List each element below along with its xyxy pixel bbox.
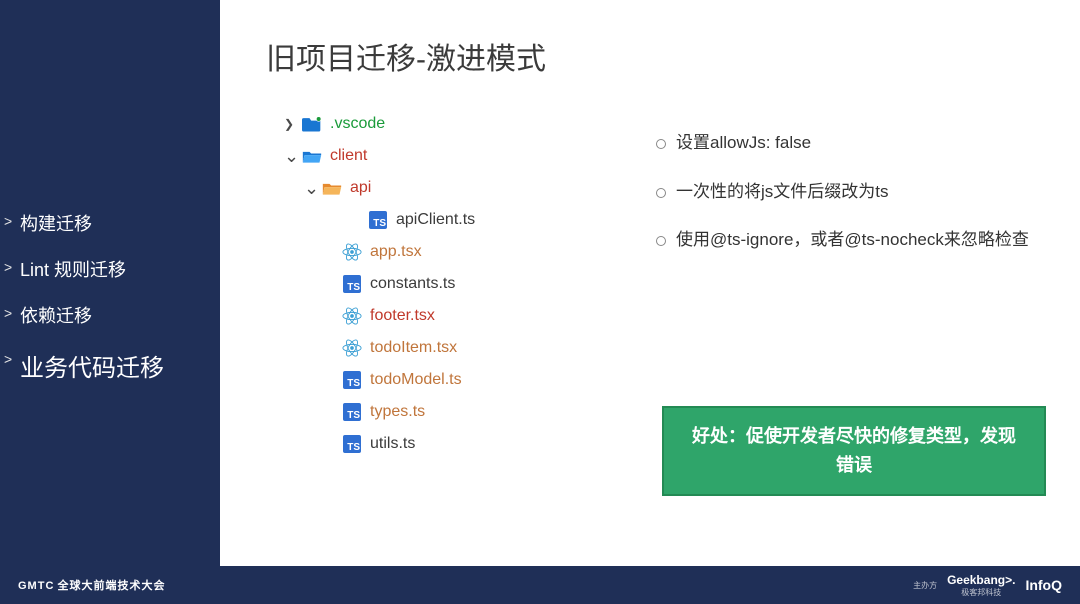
tree-row: TS apiClient.ts [266,204,586,236]
main: 旧项目迁移-激进模式 ❯ .vscode ⌄ client ⌄ api TS apiClien… [220,0,1080,566]
brand-right: 主办方 Geekbang>. 极客邦科技 InfoQ [913,573,1062,598]
tree-row: ⌄ client [266,140,586,172]
tree-item-name: .vscode [330,115,385,133]
geekbang-sub: 极客邦科技 [947,587,1015,598]
chevron-right-icon: ❯ [284,117,294,131]
folder-blue-dot-icon [302,114,322,134]
gmtc-sub: 全球大前端技术大会 [57,580,165,592]
ts-icon: TS [368,210,388,230]
tree-row: app.tsx [266,236,586,268]
file-tree: ❯ .vscode ⌄ client ⌄ api TS apiClient.ts app.tsx… [266,108,586,460]
tree-row: TS types.ts [266,396,586,428]
tree-row: ❯ .vscode [266,108,586,140]
ts-icon: TS [342,370,362,390]
tree-row: footer.tsx [266,300,586,332]
sidebar: 构建迁移 Lint 规则迁移 依赖迁移 业务代码迁移 [0,0,220,566]
content: ❯ .vscode ⌄ client ⌄ api TS apiClient.ts app.tsx… [220,78,1080,460]
react-icon [342,306,362,326]
infoq-logo: InfoQ [1025,577,1062,593]
ts-icon: TS [342,402,362,422]
gmtc-logo: GMTC [18,580,54,592]
tree-row: todoItem.tsx [266,332,586,364]
tree-item-name: constants.ts [370,275,455,293]
tree-item-name: app.tsx [370,243,422,261]
folder-orange-open-icon [322,178,342,198]
tree-row: ⌄ api [266,172,586,204]
folder-blue-open-icon [302,146,322,166]
tree-item-name: todoModel.ts [370,371,462,389]
slide: 构建迁移 Lint 规则迁移 依赖迁移 业务代码迁移 旧项目迁移-激进模式 ❯.… [0,0,1080,566]
sidebar-item-biz: 业务代码迁移 [0,338,220,393]
geekbang-logo: Geekbang>. [947,573,1015,587]
host-label: 主办方 [913,580,937,591]
sidebar-item-build: 构建迁移 [0,200,220,246]
bullet-item: 使用@ts-ignore，或者@ts-nocheck来忽略检查 [656,225,1056,256]
bullet-item: 一次性的将js文件后缀改为ts [656,177,1056,208]
tree-row: TS utils.ts [266,428,586,460]
sidebar-item-lint: Lint 规则迁移 [0,246,220,292]
ts-icon: TS [342,434,362,454]
tree-item-name: utils.ts [370,435,415,453]
tree-row: TS todoModel.ts [266,364,586,396]
chevron-down-icon: ⌄ [304,184,314,192]
callout-benefit: 好处：促使开发者尽快的修复类型，发现错误 [662,406,1046,496]
tree-item-name: footer.tsx [370,307,435,325]
tree-item-name: apiClient.ts [396,211,475,229]
slide-title: 旧项目迁移-激进模式 [220,0,1080,78]
tree-item-name: types.ts [370,403,425,421]
footer: GMTC 全球大前端技术大会 主办方 Geekbang>. 极客邦科技 Info… [0,566,1080,604]
tree-item-name: client [330,147,367,165]
react-icon [342,338,362,358]
sidebar-item-deps: 依赖迁移 [0,292,220,338]
brand-left: GMTC 全球大前端技术大会 [18,577,165,593]
tree-row: TS constants.ts [266,268,586,300]
chevron-down-icon: ⌄ [284,152,294,160]
tree-item-name: todoItem.tsx [370,339,457,357]
ts-icon: TS [342,274,362,294]
tree-item-name: api [350,179,371,197]
bullet-item: 设置allowJs: false [656,128,1056,159]
react-icon [342,242,362,262]
